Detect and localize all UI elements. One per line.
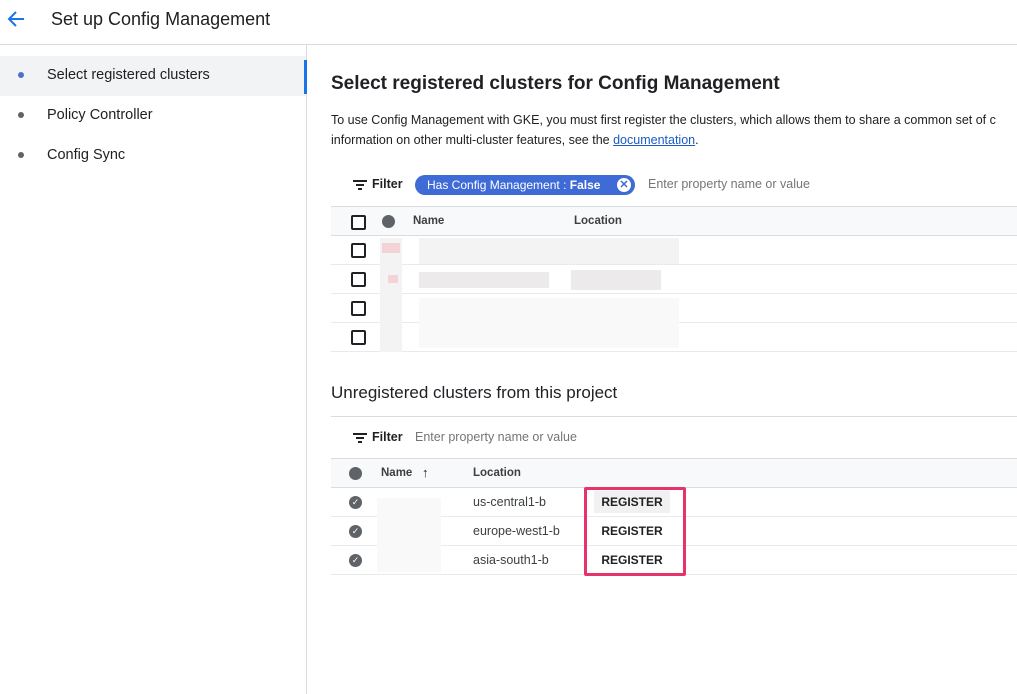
row-checkbox[interactable] bbox=[351, 272, 366, 287]
column-header-location: Location bbox=[473, 467, 521, 479]
column-header-location: Location bbox=[574, 215, 622, 227]
filter-input[interactable] bbox=[648, 177, 908, 191]
bullet-icon bbox=[18, 112, 24, 118]
column-header-name[interactable]: Name bbox=[381, 467, 412, 479]
chip-remove-icon[interactable]: ✕ bbox=[617, 178, 631, 192]
status-icon bbox=[382, 215, 395, 228]
section-description: To use Config Management with GKE, you m… bbox=[331, 110, 1017, 150]
documentation-link[interactable]: documentation bbox=[613, 133, 695, 147]
redacted-block bbox=[380, 238, 402, 352]
filter-icon[interactable] bbox=[353, 433, 367, 443]
chip-value: False bbox=[569, 178, 601, 192]
check-circle-icon: ✓ bbox=[349, 554, 362, 567]
chip-key: Has Config Management : bbox=[427, 178, 570, 192]
redacted-block bbox=[419, 238, 679, 264]
bullet-icon bbox=[18, 152, 24, 158]
redacted-block bbox=[571, 270, 661, 290]
highlight-box bbox=[584, 487, 686, 576]
sidebar-item-policy-controller[interactable]: Policy Controller bbox=[0, 96, 306, 136]
filter-input[interactable] bbox=[415, 430, 675, 444]
cell-location: europe-west1-b bbox=[473, 524, 560, 538]
redacted-block bbox=[388, 275, 398, 283]
active-indicator bbox=[304, 60, 307, 94]
redacted-block bbox=[382, 243, 400, 253]
active-bullet-icon bbox=[18, 72, 24, 78]
description-text: information on other multi-cluster featu… bbox=[331, 133, 614, 147]
sidebar-item-label: Policy Controller bbox=[47, 107, 153, 123]
description-text: . bbox=[695, 133, 699, 147]
arrow-back-icon[interactable] bbox=[6, 8, 26, 30]
row-checkbox[interactable] bbox=[351, 243, 366, 258]
unregistered-filter-bar: Filter bbox=[331, 418, 1017, 458]
cell-location: asia-south1-b bbox=[473, 553, 549, 567]
redacted-block bbox=[419, 272, 549, 288]
select-all-checkbox[interactable] bbox=[351, 215, 366, 230]
sidebar-item-label: Config Sync bbox=[47, 147, 126, 163]
filter-label: Filter bbox=[372, 430, 403, 444]
redacted-block bbox=[419, 298, 679, 348]
arrow-up-icon[interactable]: ↑ bbox=[422, 465, 429, 480]
top-bar: Set up Config Management bbox=[0, 0, 1017, 45]
table-header: Name ↑ Location bbox=[331, 458, 1017, 488]
table-header: Name Location bbox=[331, 206, 1017, 236]
redacted-block bbox=[377, 498, 441, 572]
sidebar-item-config-sync[interactable]: Config Sync bbox=[0, 136, 306, 176]
registered-filter-bar: Filter Has Config Management : False ✕ bbox=[331, 165, 1017, 205]
description-line: To use Config Management with GKE, you m… bbox=[331, 113, 996, 127]
filter-icon[interactable] bbox=[353, 180, 367, 190]
cell-location: us-central1-b bbox=[473, 495, 546, 509]
section-heading-unregistered: Unregistered clusters from this project bbox=[331, 383, 618, 402]
section-heading-registered: Select registered clusters for Config Ma… bbox=[331, 73, 780, 94]
sidebar: Select registered clusters Policy Contro… bbox=[0, 45, 307, 694]
check-circle-icon: ✓ bbox=[349, 525, 362, 538]
sidebar-item-select-registered-clusters[interactable]: Select registered clusters bbox=[0, 56, 306, 96]
column-header-name: Name bbox=[413, 215, 445, 227]
divider bbox=[331, 416, 1017, 417]
row-checkbox[interactable] bbox=[351, 330, 366, 345]
page-title: Set up Config Management bbox=[51, 9, 271, 29]
filter-label: Filter bbox=[372, 177, 403, 191]
check-circle-icon: ✓ bbox=[349, 496, 362, 509]
status-icon bbox=[349, 467, 362, 480]
description-line: information on other multi-cluster featu… bbox=[331, 130, 1017, 150]
row-checkbox[interactable] bbox=[351, 301, 366, 316]
filter-chip[interactable]: Has Config Management : False ✕ bbox=[415, 175, 635, 195]
sidebar-item-label: Select registered clusters bbox=[47, 67, 210, 83]
